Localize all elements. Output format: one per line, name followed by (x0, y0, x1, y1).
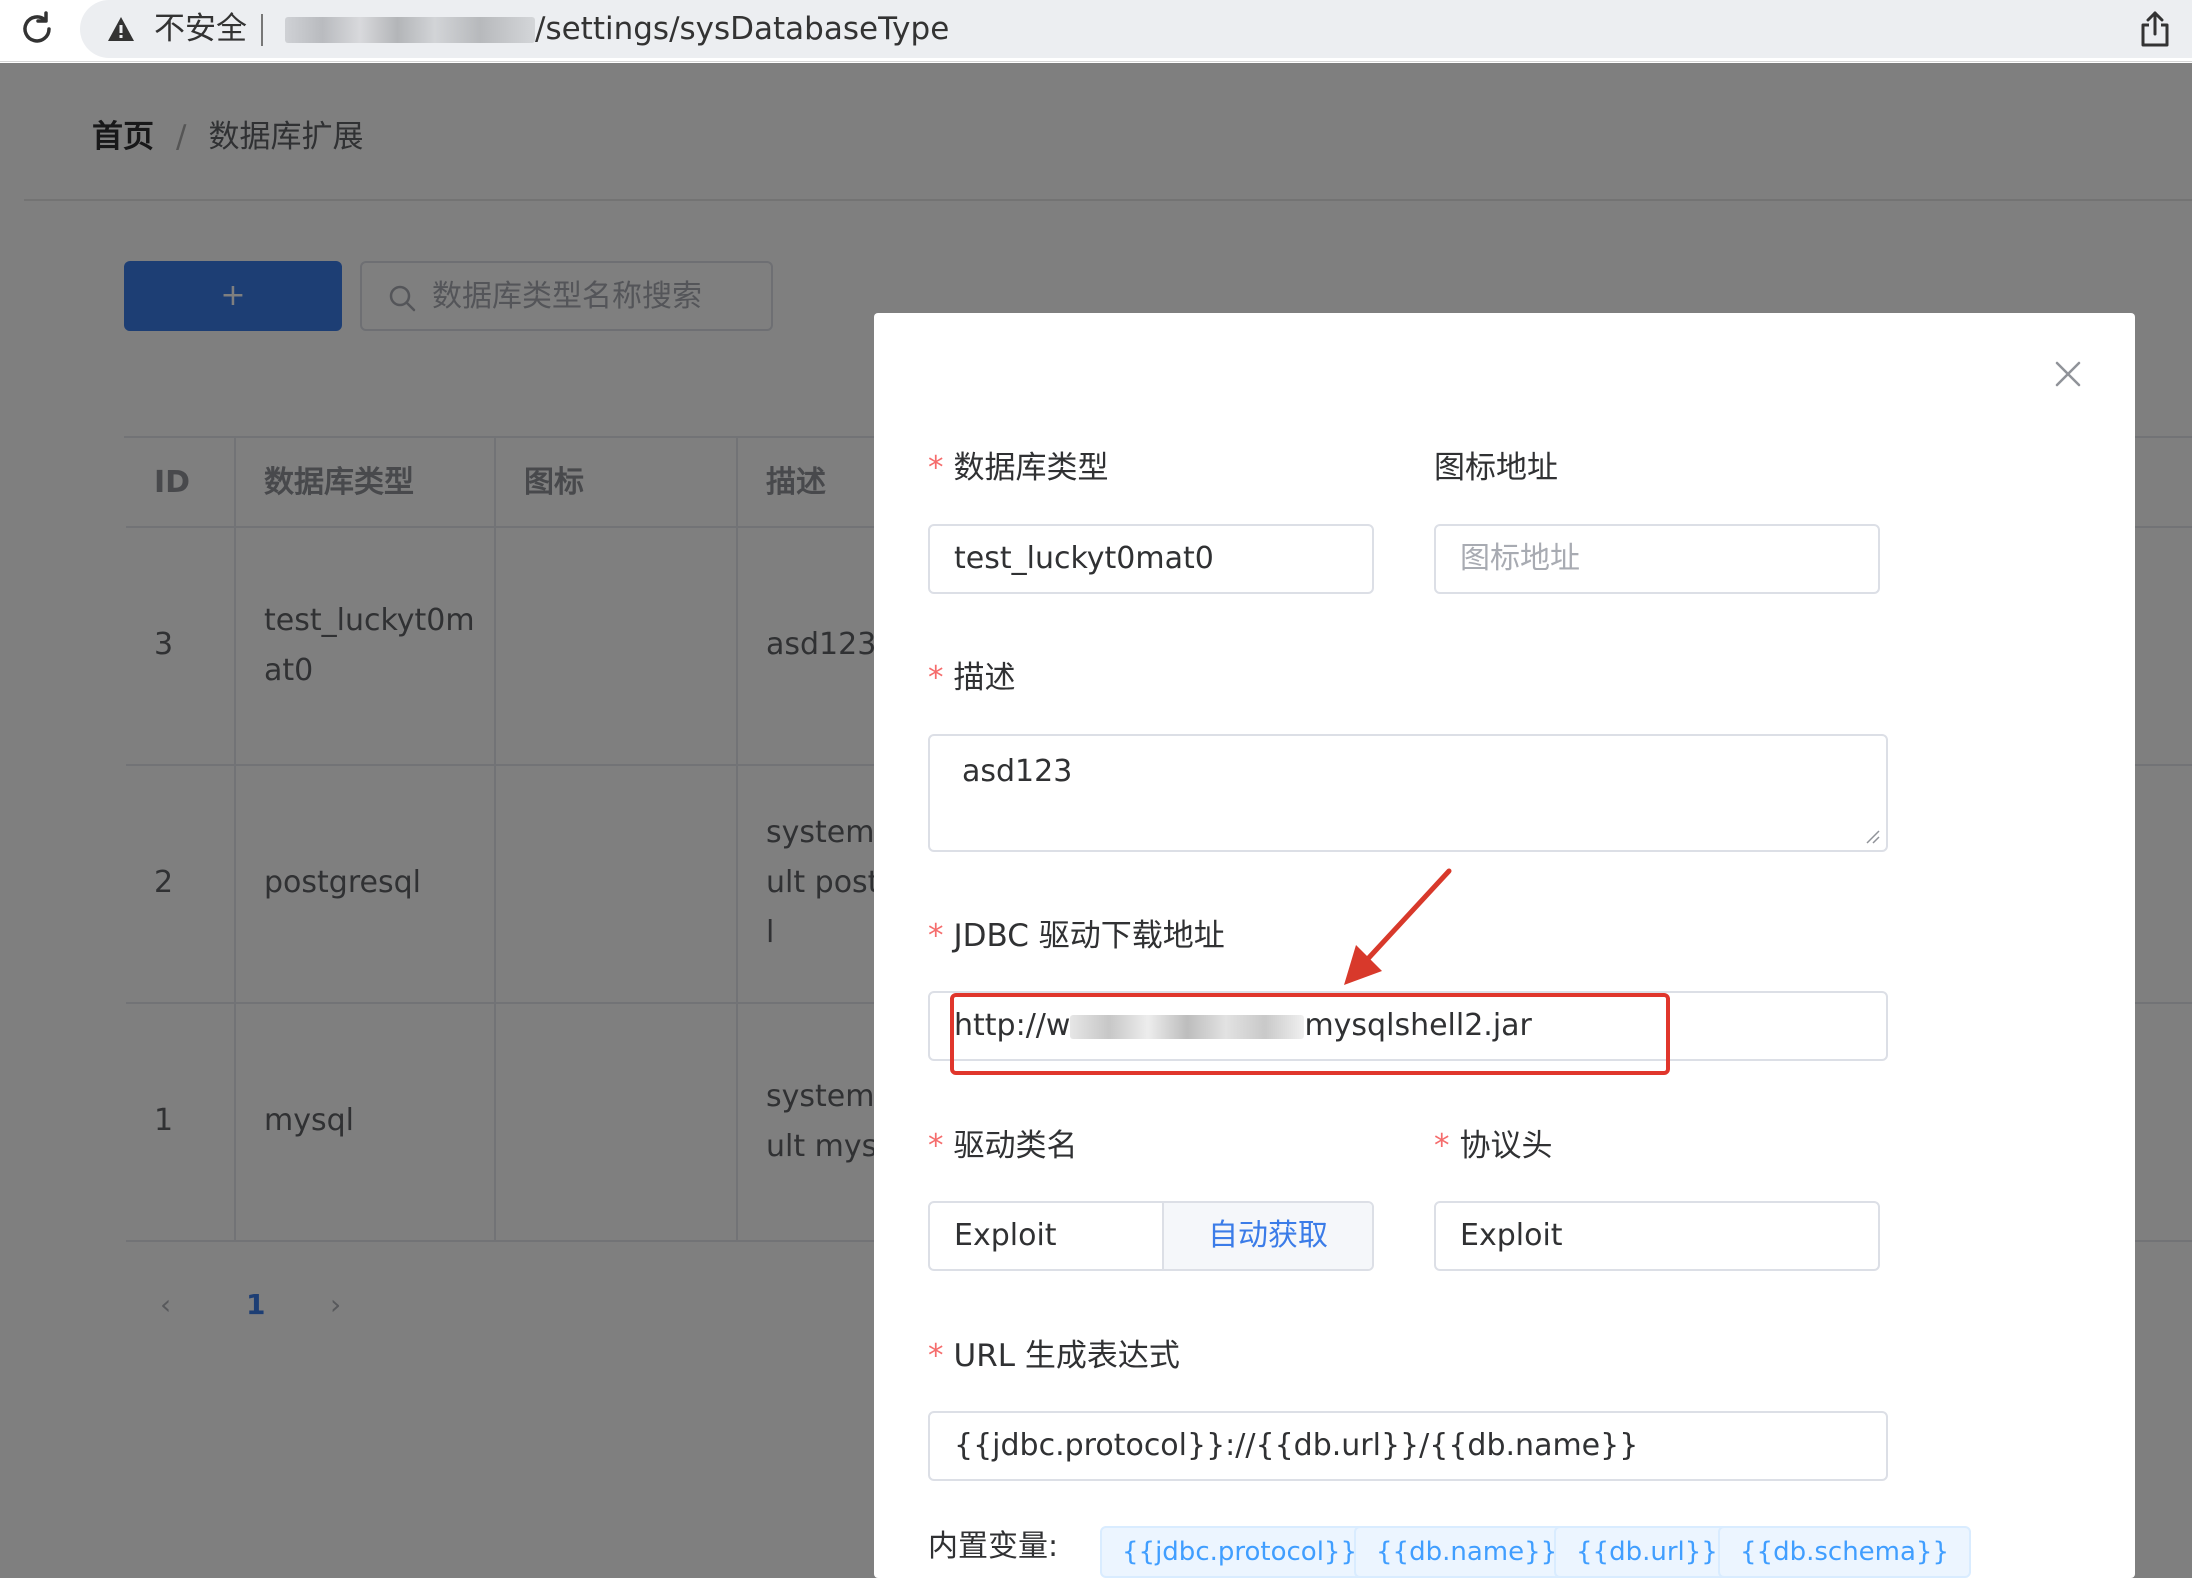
warning-icon (108, 17, 134, 41)
driver-class-label: * 驱动类名 (928, 1128, 1078, 1164)
required-mark: * (928, 1338, 944, 1374)
browser-address-bar: 不安全 /settings/sysDatabaseType (0, 0, 2192, 62)
icon-url-label: 图标地址 (1434, 450, 1558, 486)
share-icon[interactable] (2138, 10, 2172, 48)
url-separator (261, 14, 263, 46)
protocol-input[interactable]: Exploit (1434, 1201, 1880, 1271)
jdbc-url-label: * JDBC 驱动下载地址 (928, 918, 1225, 954)
required-mark: * (1434, 1128, 1450, 1164)
description-textarea[interactable]: asd123 (928, 734, 1888, 852)
close-icon[interactable] (2051, 357, 2085, 391)
url-redacted-host (285, 17, 535, 43)
auto-fetch-button[interactable]: 自动获取 (1162, 1203, 1372, 1269)
annotation-arrow (1324, 863, 1474, 993)
icon-url-placeholder: 图标地址 (1460, 541, 1580, 576)
url-path: /settings/sysDatabaseType (535, 11, 950, 47)
resize-handle-icon[interactable] (1862, 826, 1880, 844)
required-mark: * (928, 918, 944, 954)
edit-database-type-dialog: * 数据库类型 test_luckyt0mat0 图标地址 图标地址 * 描述 as… (874, 313, 2135, 1578)
description-label: * 描述 (928, 660, 1016, 696)
url-expression-label: * URL 生成表达式 (928, 1338, 1180, 1374)
security-label: 不安全 (154, 11, 247, 47)
url-expression-input[interactable]: {{jdbc.protocol}}://{{db.url}}/{{db.name… (928, 1411, 1888, 1481)
required-mark: * (928, 450, 944, 486)
required-mark: * (928, 1128, 944, 1164)
annotation-highlight-box (950, 993, 1670, 1075)
db-type-label: * 数据库类型 (928, 450, 1109, 486)
var-tag-db-name[interactable]: {{db.name}} (1354, 1526, 1580, 1578)
icon-url-input[interactable]: 图标地址 (1434, 524, 1880, 594)
driver-class-input[interactable]: Exploit 自动获取 (928, 1201, 1374, 1271)
reload-icon[interactable] (16, 8, 58, 50)
builtin-vars-label: 内置变量: (928, 1529, 1059, 1564)
required-mark: * (928, 660, 944, 696)
var-tag-db-schema[interactable]: {{db.schema}} (1718, 1526, 1972, 1578)
protocol-label: * 协议头 (1434, 1128, 1553, 1164)
db-type-input[interactable]: test_luckyt0mat0 (928, 524, 1374, 594)
var-tag-db-url[interactable]: {{db.url}} (1554, 1526, 1740, 1578)
driver-class-value: Exploit (954, 1218, 1057, 1253)
description-value: asd123 (962, 754, 1073, 789)
var-tag-jdbc-protocol[interactable]: {{jdbc.protocol}} (1100, 1526, 1380, 1578)
url-field[interactable]: 不安全 /settings/sysDatabaseType (80, 0, 2192, 58)
